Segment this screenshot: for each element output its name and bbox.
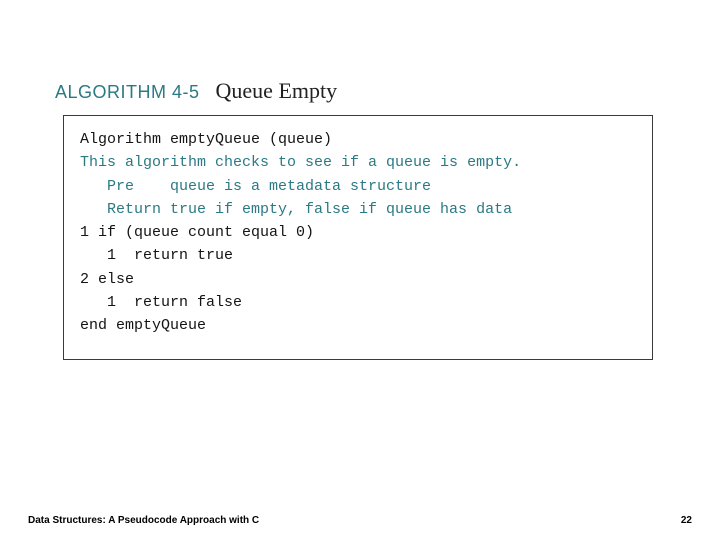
code-line: Return true if empty, false if queue has…	[80, 198, 636, 221]
slide-footer: Data Structures: A Pseudocode Approach w…	[28, 515, 692, 526]
footer-text: Data Structures: A Pseudocode Approach w…	[28, 515, 259, 526]
code-line: Algorithm emptyQueue (queue)	[80, 128, 636, 151]
code-line: This algorithm checks to see if a queue …	[80, 151, 636, 174]
page-number: 22	[681, 515, 692, 526]
code-line: 1 return true	[80, 244, 636, 267]
algorithm-heading: ALGORITHM 4-5 Queue Empty	[55, 78, 337, 104]
algorithm-title: Queue Empty	[216, 78, 338, 104]
code-line: 1 if (queue count equal 0)	[80, 221, 636, 244]
slide: ALGORITHM 4-5 Queue Empty Algorithm empt…	[0, 0, 720, 540]
code-line: 2 else	[80, 268, 636, 291]
code-line: end emptyQueue	[80, 314, 636, 337]
algorithm-code-box: Algorithm emptyQueue (queue) This algori…	[63, 115, 653, 360]
code-line: 1 return false	[80, 291, 636, 314]
code-line: Pre queue is a metadata structure	[80, 175, 636, 198]
algorithm-label: ALGORITHM 4-5	[55, 82, 200, 103]
